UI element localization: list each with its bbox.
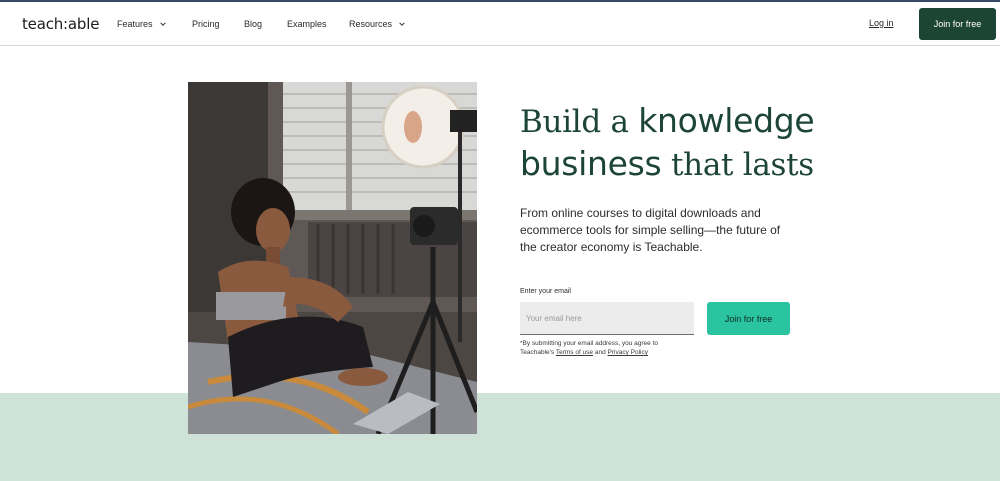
nav-pricing[interactable]: Pricing [192,19,220,29]
disclaimer-and: and [593,349,608,356]
nav-features[interactable]: Features [117,19,167,29]
nav-resources[interactable]: Resources [349,19,406,29]
nav-blog[interactable]: Blog [244,19,262,29]
nav-examples[interactable]: Examples [287,19,327,29]
email-input[interactable] [520,302,694,335]
header-join-button[interactable]: Join for free [919,8,996,40]
login-link[interactable]: Log in [869,18,894,28]
creator-photo [188,82,477,434]
email-disclaimer: *By submitting your email address, you a… [520,339,690,357]
chevron-down-icon [399,22,405,26]
headline-part-1: Build a [520,104,639,140]
bottom-band [0,393,1000,481]
hero-headline: Build a knowledge business that lasts [520,100,840,186]
privacy-policy-link[interactable]: Privacy Policy [608,349,648,356]
join-for-free-button[interactable]: Join for free [707,302,790,335]
headline-part-3: business [520,144,662,183]
nav-pricing-label: Pricing [192,19,220,29]
teachable-logo[interactable]: teach:able [22,15,99,33]
headline-part-2: knowledge [638,101,815,140]
headline-part-4: that lasts [661,147,814,183]
nav-resources-label: Resources [349,19,393,29]
nav-examples-label: Examples [287,19,327,29]
site-header: teach:able Features Pricing Blog Example… [0,2,1000,46]
email-label: Enter your email [520,288,571,295]
nav-features-label: Features [117,19,153,29]
chevron-down-icon [159,22,166,26]
terms-of-use-link[interactable]: Terms of use [556,349,593,356]
hero-subtext: From online courses to digital downloads… [520,206,781,254]
nav-blog-label: Blog [244,19,263,29]
